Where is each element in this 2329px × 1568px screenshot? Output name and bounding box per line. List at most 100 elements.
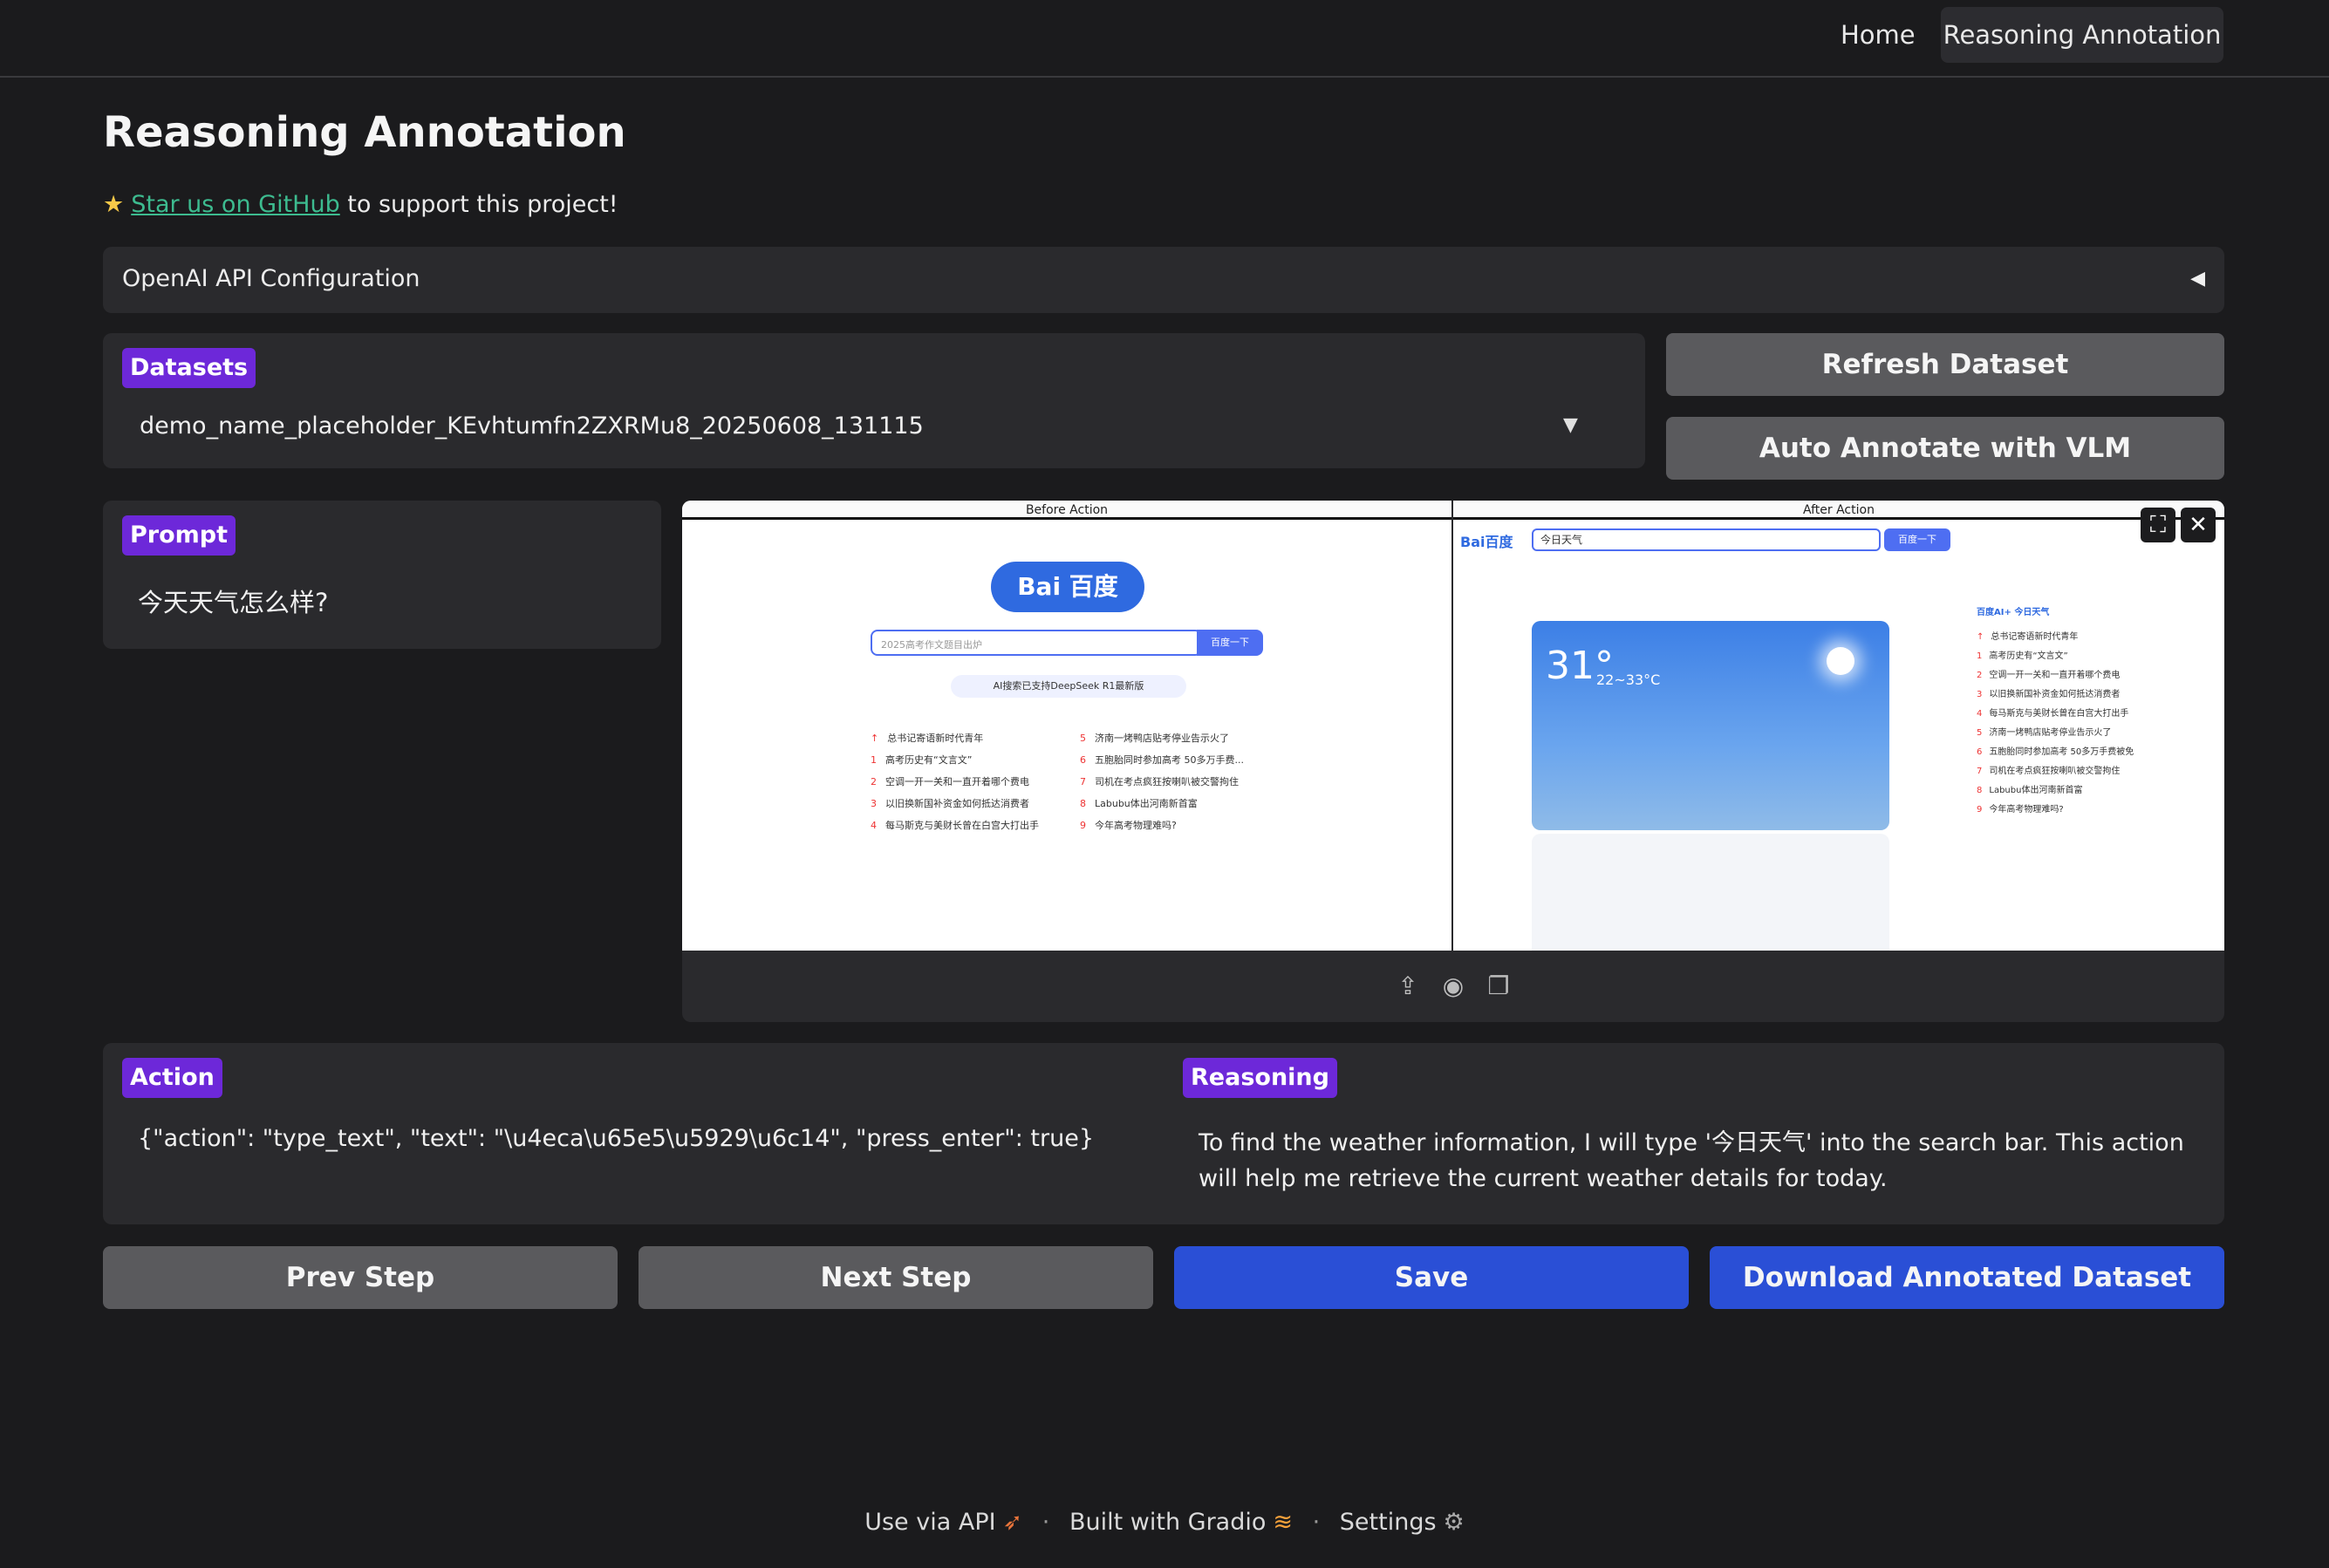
gradio-logo-icon: ≋ — [1273, 1509, 1294, 1536]
footer-separator: · — [1312, 1509, 1321, 1536]
hot-list-text: 济南一烤鸭店贴考停业告示火了 — [1989, 728, 2112, 738]
hot-list-rank: ↑ — [1977, 632, 1984, 642]
hot-list-item: 7 司机在考点疯狂按喇叭被交警拘住 — [1977, 762, 2212, 781]
hot-list-item: 7 司机在考点疯狂按喇叭被交警拘住 — [1080, 771, 1289, 793]
weather-range: 22~33°C — [1596, 672, 1661, 688]
built-with-gradio-link[interactable]: Built with Gradio — [1069, 1509, 1266, 1536]
reasoning-value[interactable]: To find the weather information, I will … — [1199, 1125, 2193, 1196]
forecast-card — [1532, 834, 1889, 951]
datasets-label: Datasets — [122, 348, 256, 388]
weather-search-button: 百度一下 — [1884, 528, 1950, 551]
hot-list-rank: 3 — [871, 798, 877, 809]
rocket-icon: ➶ — [1002, 1509, 1023, 1536]
prev-step-button[interactable]: Prev Step — [103, 1246, 618, 1309]
hot-list-rank: 9 — [1977, 805, 1983, 815]
hot-list-text: 今年高考物理难吗? — [1989, 805, 2064, 815]
clipboard-icon[interactable]: ❐ — [1484, 971, 1513, 1001]
webcam-icon[interactable]: ◉ — [1438, 971, 1468, 1001]
settings-link[interactable]: Settings — [1340, 1509, 1437, 1536]
hot-list-rank: 4 — [871, 820, 877, 831]
baidu-search-box: 2025高考作文题目出炉 — [871, 630, 1202, 656]
github-link[interactable]: Star us on GitHub — [131, 191, 340, 218]
hot-list-item: 5 济南一烤鸭店贴考停业告示火了 — [1977, 724, 2212, 743]
hot-list-item: 2 空调一开一关和一直开着哪个费电 — [871, 771, 1080, 793]
hot-list-text: 每马斯克与美财长曾在白宫大打出手 — [1989, 709, 2129, 719]
side-list-items: ↑ 总书记寄语新时代青年 1 高考历史有“文言文” 2 空调一开一关和一直开着哪个费电 3 以… — [1977, 628, 2212, 820]
openai-config-accordion[interactable]: OpenAI API Configuration ◀ — [103, 247, 2224, 313]
reasoning-label: Reasoning — [1183, 1058, 1337, 1098]
star-icon: ★ — [103, 191, 125, 218]
hot-list-rank: 5 — [1977, 728, 1983, 738]
sun-icon — [1827, 647, 1854, 675]
close-icon[interactable]: ✕ — [2181, 508, 2216, 542]
hot-list-left: ↑ 总书记寄语新时代青年 1 高考历史有“文言文” 2 空调一开一关和一直开着哪个费电 3 以… — [871, 727, 1080, 836]
hot-list-item: 4 每马斯克与美财长曾在白宫大打出手 — [1977, 705, 2212, 724]
weather-search-box: 今日天气 — [1532, 528, 1881, 551]
prompt-label: Prompt — [122, 515, 236, 556]
image-viewer: Before Action Bai 百度 2025高考作文题目出炉 百度一下 A… — [682, 501, 2224, 1022]
hot-list-item: 9 今年高考物理难吗? — [1080, 815, 1289, 836]
hot-list-text: 总书记寄语新时代青年 — [887, 733, 984, 744]
hot-list-rank: 1 — [871, 754, 877, 766]
star-suffix: to support this project! — [339, 191, 618, 218]
github-star-line: ★ Star us on GitHub to support this proje… — [103, 191, 618, 218]
hot-list-item: 3 以旧换新国补资金如何抵达消费者 — [1977, 685, 2212, 705]
baidu-mini-logo: Bai百度 — [1460, 534, 1513, 550]
download-dataset-button[interactable]: Download Annotated Dataset — [1710, 1246, 2224, 1309]
action-label: Action — [122, 1058, 222, 1098]
fullscreen-icon[interactable]: ⛶ — [2141, 508, 2175, 542]
footer-separator: · — [1042, 1509, 1050, 1536]
hot-list-text: Labubu体出河南新首富 — [1989, 786, 2083, 795]
side-title: 百度AI+ 今日天气 — [1977, 608, 2050, 617]
baidu-search-button: 百度一下 — [1197, 630, 1263, 656]
hot-list-text: 五胞胎同时参加高考 50多万手费... — [1095, 754, 1244, 766]
hot-list-item: 8 Labubu体出河南新首富 — [1080, 793, 1289, 815]
hot-list-item: 8 Labubu体出河南新首富 — [1977, 781, 2212, 801]
hot-list-rank: 1 — [1977, 651, 1983, 661]
hot-list-rank: 5 — [1080, 733, 1086, 744]
footer: Use via API ➶ · Built with Gradio ≋ · Sett… — [0, 1509, 2329, 1536]
caret-left-icon[interactable]: ◀ — [2190, 268, 2205, 290]
baidu-search-placeholder: 2025高考作文题目出炉 — [881, 639, 982, 651]
prompt-box: Prompt 今天天气怎么样? — [103, 501, 661, 649]
nav-home-link[interactable]: Home — [1827, 7, 1929, 63]
hot-list-item: 2 空调一开一关和一直开着哪个费电 — [1977, 666, 2212, 685]
hot-list-item: 5 济南一烤鸭店贴考停业告示火了 — [1080, 727, 1289, 749]
hot-list-rank: 9 — [1080, 820, 1086, 831]
image-toolbar: ⇪ ◉ ❐ — [682, 951, 2224, 1022]
hot-list-rank: 3 — [1977, 690, 1983, 699]
hot-list-right: 5 济南一烤鸭店贴考停业告示火了 6 五胞胎同时参加高考 50多万手费... 7 司机在考… — [1080, 727, 1289, 836]
nav-reasoning-link[interactable]: Reasoning Annotation — [1941, 7, 2223, 63]
baidu-logo: Bai 百度 — [991, 562, 1144, 612]
hot-list-text: Labubu体出河南新首富 — [1095, 798, 1198, 809]
hot-list-text: 每马斯克与美财长曾在白宫大打出手 — [885, 820, 1039, 831]
next-step-button[interactable]: Next Step — [639, 1246, 1153, 1309]
gear-icon: ⚙ — [1443, 1509, 1465, 1536]
prompt-value: 今天天气怎么样? — [138, 588, 329, 617]
weather-card: 31° 22~33°C — [1532, 621, 1889, 830]
hot-list-rank: 2 — [1977, 671, 1983, 680]
hot-list-text: 空调一开一关和一直开着哪个费电 — [1989, 671, 2121, 680]
hot-list-item: ↑ 总书记寄语新时代青年 — [871, 727, 1080, 749]
hot-list-rank: 2 — [871, 776, 877, 787]
hot-list-text: 五胞胎同时参加高考 50多万手费被免 — [1989, 747, 2134, 757]
before-action-screenshot: Before Action Bai 百度 2025高考作文题目出炉 百度一下 A… — [682, 501, 1451, 951]
hot-list-item: ↑ 总书记寄语新时代青年 — [1977, 628, 2212, 647]
refresh-dataset-button[interactable]: Refresh Dataset — [1666, 333, 2224, 396]
after-action-screenshot: After Action Bai百度 今日天气 百度一下 31° 22~33°C… — [1453, 501, 2224, 951]
page-title: Reasoning Annotation — [103, 108, 626, 157]
hot-list-rank: 8 — [1977, 786, 1983, 795]
auto-annotate-button[interactable]: Auto Annotate with VLM — [1666, 417, 2224, 480]
upload-icon[interactable]: ⇪ — [1393, 971, 1423, 1001]
hot-list-item: 1 高考历史有“文言文” — [1977, 647, 2212, 666]
use-api-link[interactable]: Use via API — [864, 1509, 995, 1536]
hot-list-rank: ↑ — [871, 733, 879, 744]
datasets-selected-value[interactable]: demo_name_placeholder_KEvhtumfn2ZXRMu8_2… — [140, 412, 924, 440]
save-button[interactable]: Save — [1174, 1246, 1689, 1309]
dropdown-arrow-icon[interactable]: ▼ — [1563, 414, 1578, 436]
datasets-dropdown[interactable]: Datasets demo_name_placeholder_KEvhtumfn… — [103, 333, 1645, 468]
after-content: Bai百度 今日天气 百度一下 31° 22~33°C 百度AI+ 今日天气 ↑… — [1453, 520, 2224, 951]
action-value[interactable]: {"action": "type_text", "text": "\u4eca\… — [138, 1125, 1202, 1152]
before-action-caption: Before Action — [682, 501, 1451, 520]
hot-list-text: 以旧换新国补资金如何抵达消费者 — [1989, 690, 2121, 699]
